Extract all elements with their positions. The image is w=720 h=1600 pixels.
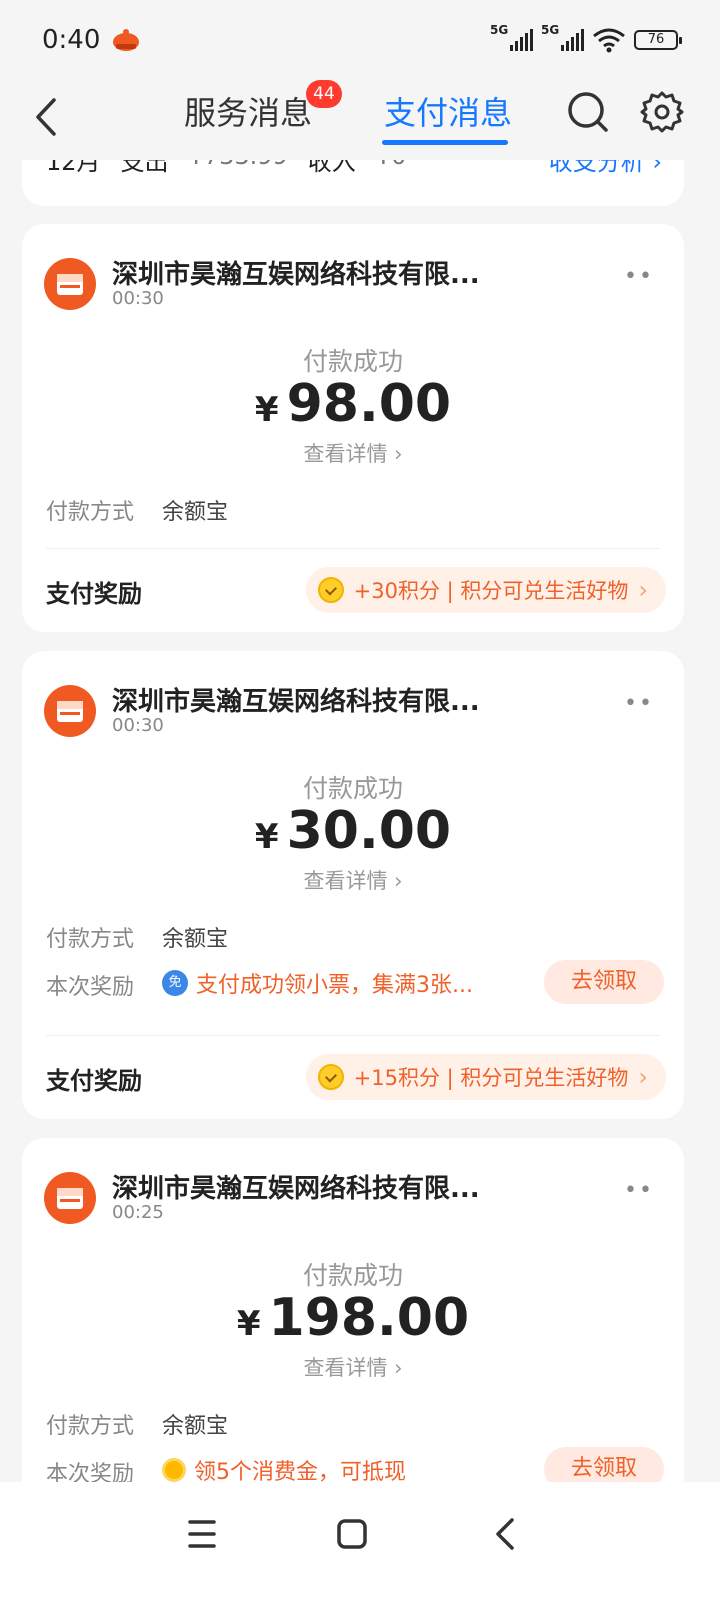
view-details-link[interactable]: 查看详情 ›: [22, 438, 684, 468]
search-icon[interactable]: [566, 90, 610, 134]
back-arrow-icon[interactable]: [28, 92, 68, 142]
view-details-link[interactable]: 查看详情 ›: [22, 1352, 684, 1382]
store-icon: [44, 1172, 96, 1224]
chevron-right-icon: ›: [638, 576, 648, 604]
menu-icon[interactable]: [172, 1506, 232, 1562]
battery-icon: 76: [634, 30, 682, 50]
status-bar: 0:40 5G 5G 76: [0, 0, 720, 80]
payment-method-value: 余额宝: [162, 927, 229, 952]
divider: [46, 548, 660, 549]
points-reward-pill[interactable]: +30积分 | 积分可兑生活好物 ›: [305, 567, 666, 613]
payment-method-value: 余额宝: [162, 500, 229, 525]
transaction-time: 00:30: [112, 288, 164, 309]
signal-icon: 5G: [490, 23, 533, 51]
payment-method-label: 付款方式: [46, 927, 135, 952]
transaction-card[interactable]: 深圳市昊瀚互娱网络科技有限... 00:25 •• 付款成功 ¥198.00 查…: [22, 1138, 684, 1538]
payment-status: 付款成功: [302, 1261, 403, 1290]
payment-reward-title: 支付奖励: [46, 580, 142, 608]
bonus-text: 支付成功领小票，集满3张...: [196, 973, 473, 998]
bonus-info: 免 支付成功领小票，集满3张...: [162, 967, 473, 999]
merchant-name: 深圳市昊瀚互娱网络科技有限...: [112, 1174, 480, 1204]
active-tab-indicator: [382, 140, 508, 145]
home-icon[interactable]: [322, 1506, 382, 1562]
payment-amount: ¥30.00: [254, 801, 452, 861]
view-details-link[interactable]: 查看详情 ›: [22, 865, 684, 895]
payment-status: 付款成功: [302, 774, 403, 803]
back-icon[interactable]: [474, 1506, 534, 1562]
gear-icon[interactable]: [640, 90, 684, 134]
merchant-name: 深圳市昊瀚互娱网络科技有限...: [112, 687, 480, 717]
transaction-time: 00:30: [112, 715, 164, 736]
coupon-icon: 免: [162, 970, 188, 996]
tab-service-messages[interactable]: 服务消息: [184, 88, 312, 134]
bonus-label: 本次奖励: [46, 975, 135, 1000]
signal-icon: 5G: [541, 23, 584, 51]
header: 服务消息 44 支付消息: [0, 80, 720, 160]
tab-payment-messages[interactable]: 支付消息: [384, 88, 512, 134]
transaction-card[interactable]: 深圳市昊瀚互娱网络科技有限... 00:30 •• 付款成功 ¥30.00 查看…: [22, 651, 684, 1119]
wifi-icon: [593, 28, 625, 53]
payment-reward-title: 支付奖励: [46, 1067, 142, 1095]
payment-method-label: 付款方式: [46, 1414, 135, 1439]
transaction-card[interactable]: 深圳市昊瀚互娱网络科技有限... 00:30 •• 付款成功 ¥98.00 查看…: [22, 224, 684, 632]
points-icon: [317, 1064, 344, 1090]
payment-method-label: 付款方式: [46, 500, 135, 525]
points-reward-pill[interactable]: +15积分 | 积分可兑生活好物 ›: [305, 1054, 666, 1100]
store-icon: [44, 258, 96, 310]
points-text: +15积分 | 积分可兑生活好物: [353, 1066, 629, 1090]
unread-badge: 44: [306, 80, 342, 108]
payment-amount: ¥198.00: [236, 1288, 470, 1348]
claim-button[interactable]: 去领取: [544, 960, 664, 1004]
store-icon: [44, 685, 96, 737]
payment-amount: ¥98.00: [254, 374, 452, 434]
points-icon: [317, 577, 344, 603]
more-options-icon[interactable]: ••: [624, 691, 654, 716]
divider: [46, 1035, 660, 1036]
app-notification-icon: [113, 29, 140, 51]
more-options-icon[interactable]: ••: [624, 1178, 654, 1203]
payment-status: 付款成功: [302, 347, 403, 376]
merchant-name: 深圳市昊瀚互娱网络科技有限...: [112, 260, 480, 290]
payment-method-value: 余额宝: [162, 1414, 229, 1439]
points-text: +30积分 | 积分可兑生活好物: [353, 579, 629, 603]
system-nav-bar: [0, 1482, 720, 1600]
coin-icon: [162, 1458, 186, 1482]
status-time: 0:40: [42, 25, 101, 55]
chevron-right-icon: ›: [638, 1063, 648, 1091]
more-options-icon[interactable]: ••: [624, 264, 654, 289]
transaction-time: 00:25: [112, 1202, 164, 1223]
